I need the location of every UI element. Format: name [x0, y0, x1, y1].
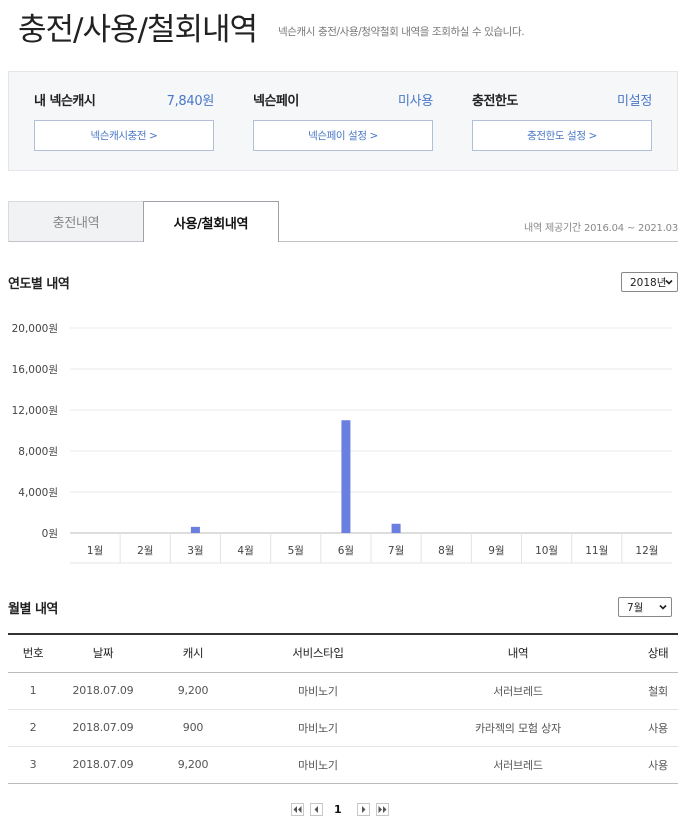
- cash-charge-button[interactable]: 넥슨캐시충전 >: [34, 120, 214, 151]
- table-header-row: 번호 날짜 캐시 서비스타입 내역 상태: [8, 634, 678, 672]
- chevron-down-icon: [659, 604, 667, 610]
- prev-page-button[interactable]: [310, 803, 323, 816]
- row-detail: 서러브레드: [493, 684, 543, 698]
- chevron-down-icon: [665, 279, 673, 285]
- current-page[interactable]: 1: [334, 803, 342, 816]
- chart-x-tick-label: 4월: [237, 545, 253, 557]
- yearly-bar-chart: 0원 4,000원 8,000원 12,000원 16,000원 20,000원 1월 2월…: [12, 323, 672, 564]
- pay-summary: 넥슨페이 미사용 넥슨페이 설정 >: [253, 88, 433, 151]
- row-date: 2018.07.09: [72, 684, 134, 697]
- row-number: 1: [29, 684, 37, 697]
- row-number: 3: [29, 758, 37, 771]
- table-row: 2 2018.07.09 900 마비노기 카라젝의 모험 상자 사용: [8, 709, 678, 746]
- double-chevron-right-icon: [378, 806, 387, 813]
- first-page-button[interactable]: [291, 803, 304, 816]
- tab-divider: [279, 241, 678, 242]
- yearly-section-title: 연도별 내역: [8, 277, 70, 292]
- row-cash: 900: [182, 721, 204, 734]
- pay-status: 미사용: [398, 94, 433, 109]
- row-service: 마비노기: [298, 721, 338, 735]
- page-title: 충전/사용/철회내역: [18, 12, 258, 48]
- row-cash: 9,200: [177, 758, 209, 771]
- row-cash: 9,200: [177, 684, 209, 697]
- limit-label: 충전한도: [472, 94, 518, 109]
- month-select-value: 7월: [627, 601, 644, 614]
- history-period: 내역 제공기간 2016.04 ~ 2021.03: [524, 223, 678, 234]
- chart-y-tick-label: 0원: [42, 528, 58, 540]
- tab-charge-history[interactable]: 충전내역: [8, 201, 144, 242]
- chevron-right-icon: [362, 806, 366, 813]
- next-page-button[interactable]: [357, 803, 370, 816]
- chart-bar: [190, 526, 200, 533]
- row-number: 2: [29, 721, 37, 734]
- chart-x-tick-label: 12월: [635, 545, 658, 557]
- row-detail: 서러브레드: [493, 758, 543, 772]
- row-date: 2018.07.09: [72, 721, 134, 734]
- chart-x-tick-label: 8월: [438, 545, 454, 557]
- chevron-left-icon: [314, 806, 318, 813]
- column-header-number: 번호: [22, 646, 44, 661]
- monthly-section-title: 월별 내역: [8, 602, 58, 617]
- pagination: 1: [0, 803, 692, 817]
- chart-y-tick-label: 8,000원: [18, 446, 58, 458]
- column-header-detail: 내역: [507, 646, 529, 661]
- chart-bar: [341, 420, 351, 533]
- column-header-cash: 캐시: [182, 646, 204, 661]
- cash-summary: 내 넥슨캐시 7,840원 넥슨캐시충전 >: [34, 88, 215, 151]
- tab-use-history[interactable]: 사용/철회내역: [143, 201, 279, 242]
- chart-x-tick-label: 7월: [388, 545, 404, 557]
- chart-x-tick-label: 5월: [288, 545, 304, 557]
- chart-y-tick-label: 16,000원: [12, 364, 58, 376]
- chart-y-tick-label: 4,000원: [18, 487, 58, 499]
- cash-balance: 7,840원: [166, 94, 215, 109]
- year-select[interactable]: 2018년: [621, 272, 678, 292]
- chart-x-tick-label: 9월: [488, 545, 504, 557]
- month-select[interactable]: 7월: [618, 597, 672, 617]
- chart-x-tick-label: 2월: [137, 545, 153, 557]
- limit-summary: 충전한도 미설정 충전한도 설정 >: [472, 88, 652, 151]
- row-detail: 카라젝의 모험 상자: [475, 721, 561, 735]
- cash-summary-panel: 내 넥슨캐시 7,840원 넥슨캐시충전 > 넥슨페이 미사용 넥슨페이 설정 …: [8, 71, 678, 171]
- last-page-button[interactable]: [376, 803, 389, 816]
- table-row: 3 2018.07.09 9,200 마비노기 서러브레드 사용: [8, 746, 678, 783]
- column-header-service: 서비스타입: [292, 646, 344, 661]
- chart-bar: [391, 523, 401, 533]
- limit-settings-button[interactable]: 충전한도 설정 >: [472, 120, 652, 151]
- year-select-value: 2018년: [630, 276, 667, 289]
- table-row: 1 2018.07.09 9,200 마비노기 서러브레드 철회: [8, 672, 678, 709]
- column-header-date: 날짜: [92, 646, 114, 661]
- monthly-history-table: 번호 날짜 캐시 서비스타입 내역 상태 1 2018.07.09 9,200 …: [8, 633, 678, 784]
- column-header-status: 상태: [647, 646, 669, 661]
- chart-x-tick-label: 11월: [585, 545, 608, 557]
- limit-status: 미설정: [617, 94, 652, 109]
- row-status: 철회: [648, 684, 668, 698]
- page-subtitle: 넥슨캐시 충전/사용/청약철회 내역을 조회하실 수 있습니다.: [278, 26, 525, 38]
- row-date: 2018.07.09: [72, 758, 134, 771]
- row-service: 마비노기: [298, 758, 338, 772]
- chart-x-tick-label: 3월: [187, 545, 203, 557]
- row-status: 사용: [648, 758, 668, 772]
- cash-label: 내 넥슨캐시: [34, 94, 96, 109]
- chart-x-tick-label: 1월: [87, 545, 103, 557]
- row-status: 사용: [648, 721, 668, 735]
- chart-x-tick-label: 6월: [338, 545, 354, 557]
- double-chevron-left-icon: [293, 806, 302, 813]
- chart-x-tick-label: 10월: [535, 545, 558, 557]
- chart-y-tick-label: 12,000원: [12, 405, 58, 417]
- chart-y-tick-label: 20,000원: [12, 323, 58, 335]
- pay-settings-button[interactable]: 넥슨페이 설정 >: [253, 120, 433, 151]
- pay-label: 넥슨페이: [253, 94, 299, 109]
- row-service: 마비노기: [298, 684, 338, 698]
